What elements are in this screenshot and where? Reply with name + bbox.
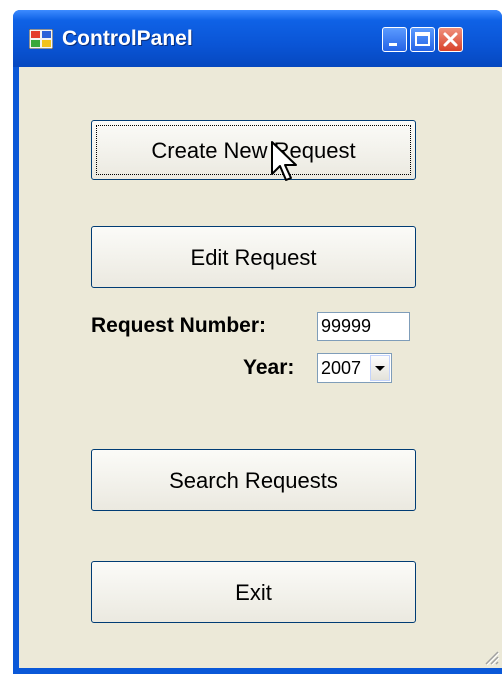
- maximize-button[interactable]: [410, 27, 435, 52]
- resize-grip-icon[interactable]: [480, 646, 500, 666]
- chevron-down-icon: [375, 366, 385, 371]
- year-value: 2007: [321, 358, 362, 378]
- client-area: Create New Request Edit Request Request …: [19, 67, 502, 668]
- edit-request-button[interactable]: Edit Request: [91, 226, 416, 288]
- request-number-label: Request Number:: [91, 314, 267, 337]
- app-window-icon: [29, 29, 53, 49]
- control-panel-window: ControlPanel Create New Request Edit Req…: [13, 10, 502, 674]
- search-requests-button[interactable]: Search Requests: [91, 449, 416, 511]
- year-label: Year:: [243, 356, 295, 379]
- window-bottom-border: [13, 668, 502, 674]
- create-new-request-button[interactable]: Create New Request: [91, 120, 416, 180]
- request-number-value: 99999: [321, 316, 372, 336]
- title-bar[interactable]: ControlPanel: [13, 10, 502, 67]
- minimize-button[interactable]: [382, 27, 407, 52]
- request-number-input[interactable]: 99999: [317, 312, 410, 341]
- year-dropdown-button[interactable]: [370, 355, 390, 381]
- window-title: ControlPanel: [62, 27, 193, 50]
- mouse-cursor-icon: [271, 141, 297, 181]
- exit-label: Exit: [235, 580, 272, 605]
- exit-button[interactable]: Exit: [91, 561, 416, 623]
- minimize-icon: [389, 43, 397, 46]
- close-icon: [443, 32, 458, 47]
- maximize-icon: [415, 32, 430, 46]
- year-select[interactable]: 2007: [317, 353, 392, 383]
- edit-request-label: Edit Request: [190, 245, 317, 270]
- search-requests-label: Search Requests: [169, 468, 338, 493]
- close-button[interactable]: [438, 27, 463, 52]
- create-new-request-label: Create New Request: [151, 138, 356, 163]
